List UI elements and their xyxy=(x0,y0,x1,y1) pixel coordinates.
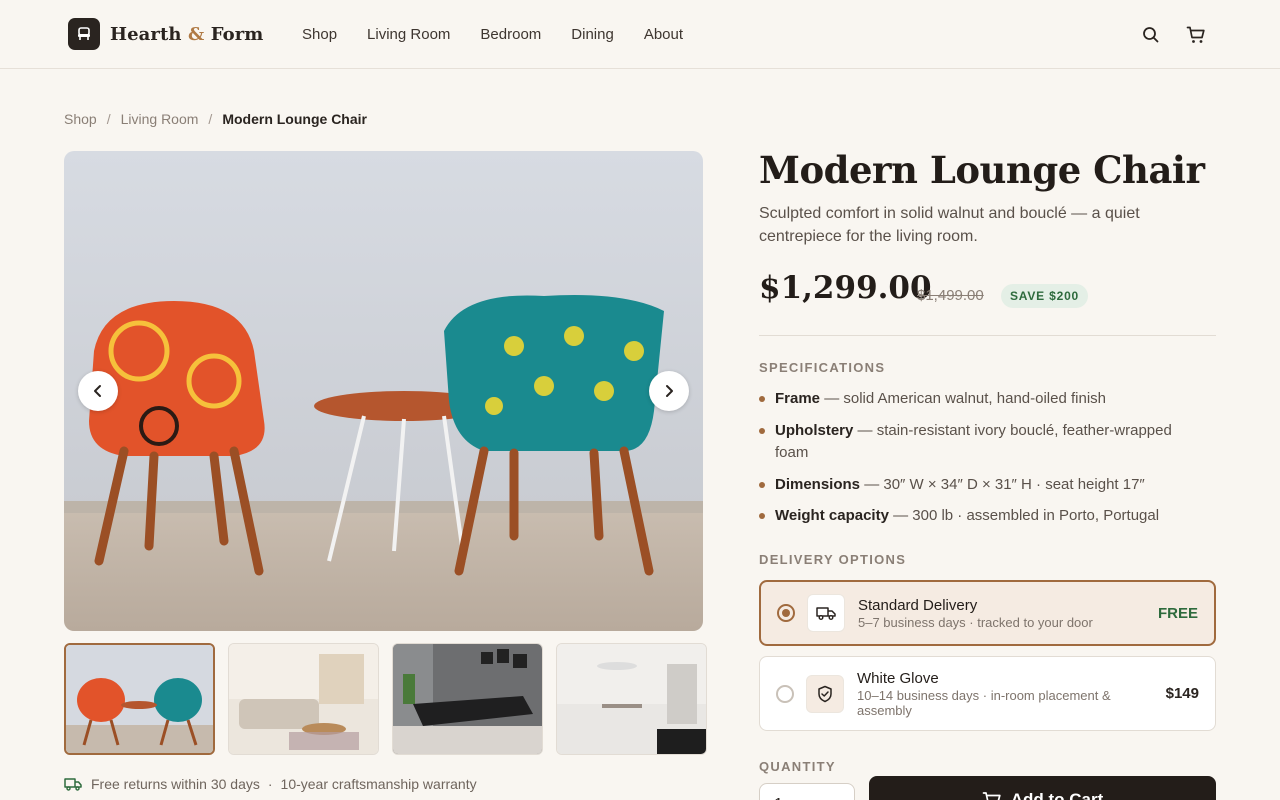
delivery-price: $149 xyxy=(1165,685,1199,702)
site-header: Hearth & Form Shop Living Room Bedroom D… xyxy=(0,0,1280,69)
breadcrumb-living-room[interactable]: Living Room xyxy=(121,111,199,127)
nav-living-room[interactable]: Living Room xyxy=(367,26,450,43)
truck-icon xyxy=(807,594,845,632)
thumbnail-1[interactable] xyxy=(64,643,215,755)
breadcrumb-separator: / xyxy=(208,111,213,127)
delivery-options-label: DELIVERY OPTIONS xyxy=(759,552,907,567)
delivery-option-standard[interactable]: Standard Delivery 5–7 business days · tr… xyxy=(759,580,1216,646)
product-main-image xyxy=(64,151,703,631)
nav-about[interactable]: About xyxy=(644,26,683,43)
gallery-thumbnails xyxy=(64,643,707,755)
product-price: $1,299.00 xyxy=(759,270,932,306)
breadcrumb-current: Modern Lounge Chair xyxy=(222,111,367,127)
specifications-label: SPECIFICATIONS xyxy=(759,360,886,375)
search-icon[interactable] xyxy=(1141,25,1161,45)
brand-logo[interactable]: Hearth & Form xyxy=(68,18,263,50)
guarantee-note: Free returns within 30 days · 10-year cr… xyxy=(64,776,477,792)
brand-name: Hearth & Form xyxy=(110,23,264,45)
nav-dining[interactable]: Dining xyxy=(571,26,614,43)
product-title: Modern Lounge Chair xyxy=(759,148,1205,192)
nav-bedroom[interactable]: Bedroom xyxy=(480,26,541,43)
main-nav: Shop Living Room Bedroom Dining About xyxy=(302,26,683,43)
thumbnail-2[interactable] xyxy=(228,643,379,755)
chevron-left-icon xyxy=(94,385,101,397)
warranty-text: 10-year craftsmanship warranty xyxy=(280,776,477,792)
delivery-price: FREE xyxy=(1157,604,1198,622)
radio-white-glove[interactable] xyxy=(776,684,794,703)
spec-item-upholstery: Upholstery — stain-resistant ivory boucl… xyxy=(759,420,1199,464)
radio-standard[interactable] xyxy=(777,604,795,622)
spec-item-weight: Weight capacity — 300 lb · assembled in … xyxy=(759,505,1199,527)
save-badge: SAVE $200 xyxy=(1001,284,1089,308)
breadcrumb-separator: / xyxy=(106,111,111,127)
delivery-option-white-glove[interactable]: White Glove 10–14 business days · in-roo… xyxy=(759,656,1216,731)
truck-icon xyxy=(64,778,82,791)
delivery-desc: 5–7 business days · tracked to your door xyxy=(858,614,1093,630)
chevron-right-icon xyxy=(666,385,673,397)
cart-icon[interactable] xyxy=(1186,25,1206,45)
delivery-desc: 10–14 business days · in-room placement … xyxy=(857,687,1111,718)
gallery-prev-button[interactable] xyxy=(78,371,118,411)
spec-item-frame: Frame — solid American walnut, hand-oile… xyxy=(759,388,1199,410)
gallery-next-button[interactable] xyxy=(649,371,689,411)
add-to-cart-label: Add to Cart xyxy=(1010,790,1104,800)
nav-shop[interactable]: Shop xyxy=(302,26,337,43)
product-subtitle: Sculpted comfort in solid walnut and bou… xyxy=(759,205,1140,245)
add-to-cart-button[interactable]: Add to Cart xyxy=(869,776,1216,800)
thumbnail-4[interactable] xyxy=(556,643,707,755)
breadcrumb: Shop / Living Room / Modern Lounge Chair xyxy=(64,111,367,127)
returns-text: Free returns within 30 days xyxy=(91,776,260,792)
specifications-list: Frame — solid American walnut, hand-oile… xyxy=(759,388,1199,527)
chair-logo-icon xyxy=(68,18,100,50)
thumbnail-3[interactable] xyxy=(392,643,543,755)
original-price: $1,499.00 xyxy=(917,287,984,304)
shield-check-icon xyxy=(806,674,844,713)
guarantee-separator: · xyxy=(267,776,273,792)
delivery-name: Standard Delivery xyxy=(858,596,978,614)
quantity-input[interactable]: 1 xyxy=(759,783,855,800)
quantity-label: QUANTITY xyxy=(759,759,836,774)
divider xyxy=(759,335,1216,336)
cart-icon xyxy=(982,792,1001,800)
delivery-name: White Glove xyxy=(857,669,939,687)
breadcrumb-shop[interactable]: Shop xyxy=(64,111,97,127)
spec-item-dimensions: Dimensions — 30″ W × 34″ D × 31″ H · sea… xyxy=(759,474,1199,496)
